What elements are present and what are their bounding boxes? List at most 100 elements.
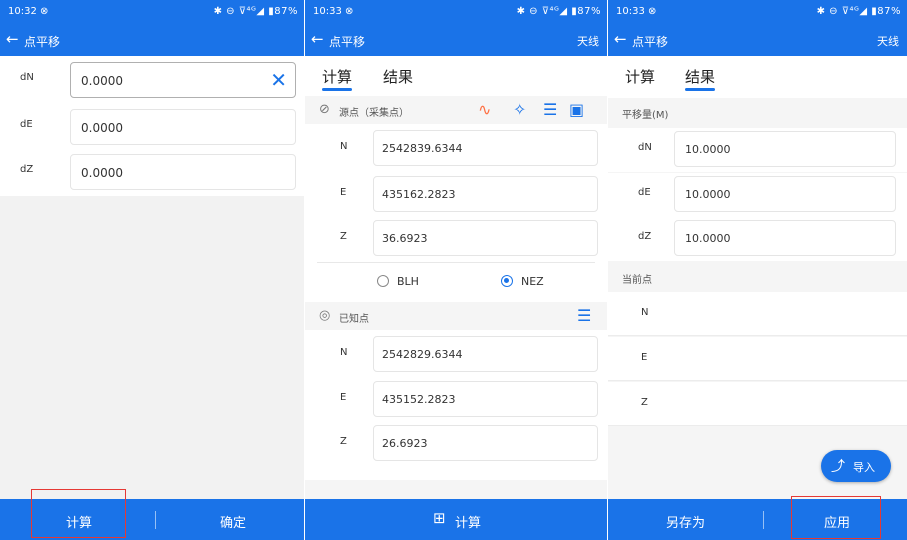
current-row-z: Z bbox=[608, 382, 907, 426]
offset-row-de: dE 10.0000 bbox=[608, 173, 907, 217]
coord-mode-selector: BLH NEZ bbox=[317, 262, 595, 298]
tab-indicator bbox=[322, 88, 352, 91]
blh-label: BLH bbox=[397, 275, 419, 288]
blh-radio[interactable] bbox=[377, 275, 389, 287]
collect-point-icon: ⊘ bbox=[319, 102, 330, 117]
status-icons: ✱ ⊖ ⊽⁴ᴳ◢ ▮87% bbox=[516, 6, 601, 17]
row-de: dE 0.0000 bbox=[0, 105, 304, 149]
arrow-left-icon[interactable]: ← bbox=[6, 30, 19, 48]
nez-radio[interactable] bbox=[501, 275, 513, 287]
arrow-left-icon[interactable]: ← bbox=[614, 30, 627, 48]
field-value: 36.6923 bbox=[382, 232, 428, 245]
source-row-e: E 435162.2823 bbox=[305, 173, 607, 217]
field-value: 10.0000 bbox=[685, 188, 731, 201]
field-label: dZ bbox=[20, 164, 34, 175]
field-label: E bbox=[340, 187, 347, 198]
section-label: 当前点 bbox=[622, 275, 652, 286]
page-title: 点平移 bbox=[24, 35, 61, 49]
field-label: dN bbox=[20, 72, 34, 83]
field-value: 0.0000 bbox=[81, 74, 123, 88]
highlight-box bbox=[791, 496, 881, 539]
import-label: 导入 bbox=[853, 461, 875, 474]
target-icon: ◎ bbox=[319, 308, 331, 323]
screenshot-collage: 10:32 ⊗ ✱ ⊖ ⊽⁴ᴳ◢ ▮87% ← 点平移 dN 0.0000 ✕ … bbox=[0, 0, 907, 540]
divider bbox=[155, 511, 156, 529]
offset-section-header: 平移量(M) bbox=[608, 98, 907, 126]
source-z-input[interactable]: 36.6923 bbox=[373, 220, 598, 256]
tab-calculate[interactable]: 计算 bbox=[625, 66, 655, 87]
field-value: 435162.2823 bbox=[382, 188, 456, 201]
save-as-button[interactable]: 另存为 bbox=[666, 512, 705, 531]
tab-indicator bbox=[685, 88, 715, 91]
tab-result[interactable]: 结果 bbox=[383, 66, 413, 87]
field-label: dE bbox=[20, 119, 33, 130]
status-bar: 10:32 ⊗ ✱ ⊖ ⊽⁴ᴳ◢ ▮87% bbox=[0, 0, 304, 24]
known-row-n: N 2542829.6344 bbox=[305, 333, 607, 377]
page-title: 点平移 bbox=[632, 35, 669, 49]
status-time: 10:32 ⊗ bbox=[8, 6, 49, 17]
title-bar: ← 点平移 天线 bbox=[305, 24, 607, 56]
point-list-icon[interactable]: ☰ bbox=[543, 100, 557, 120]
page-title: 点平移 bbox=[329, 35, 366, 49]
current-row-e: E bbox=[608, 337, 907, 381]
status-time: 10:33 ⊗ bbox=[313, 6, 354, 17]
status-time: 10:33 ⊗ bbox=[616, 6, 657, 17]
point-list-icon[interactable]: ☰ bbox=[577, 306, 591, 326]
import-icon: ⤴ bbox=[831, 459, 845, 475]
known-z-input[interactable]: 26.6923 bbox=[373, 425, 598, 461]
field-value: 435152.2823 bbox=[382, 393, 456, 406]
field-label: N bbox=[641, 307, 649, 318]
current-row-n: N bbox=[608, 292, 907, 336]
import-button[interactable]: ⤴ 导入 bbox=[821, 450, 891, 482]
arrow-left-icon[interactable]: ← bbox=[311, 30, 324, 48]
antenna-button[interactable]: 天线 bbox=[577, 33, 599, 49]
dz-input[interactable]: 0.0000 bbox=[70, 154, 296, 190]
status-icons: ✱ ⊖ ⊽⁴ᴳ◢ ▮87% bbox=[816, 6, 901, 17]
source-e-input[interactable]: 435162.2823 bbox=[373, 176, 598, 212]
field-label: Z bbox=[641, 397, 648, 408]
trajectory-icon[interactable]: ∿ bbox=[478, 100, 491, 120]
de-input[interactable]: 0.0000 bbox=[70, 109, 296, 145]
confirm-button[interactable]: 确定 bbox=[220, 512, 246, 531]
dn-input[interactable]: 0.0000 ✕ bbox=[70, 62, 296, 98]
panel-offset-input: 10:32 ⊗ ✱ ⊖ ⊽⁴ᴳ◢ ▮87% ← 点平移 dN 0.0000 ✕ … bbox=[0, 0, 304, 540]
known-e-input[interactable]: 435152.2823 bbox=[373, 381, 598, 417]
field-label: N bbox=[340, 347, 348, 358]
offset-dn-field[interactable]: 10.0000 bbox=[674, 131, 896, 167]
title-bar: ← 点平移 bbox=[0, 24, 304, 56]
source-section-header: ⊘ 源点（采集点） ∿ ✧ ☰ ▣ bbox=[305, 96, 607, 124]
gnss-point-icon[interactable]: ✧ bbox=[513, 100, 526, 120]
clear-icon[interactable]: ✕ bbox=[270, 69, 287, 91]
empty-area bbox=[305, 480, 607, 499]
field-label: dE bbox=[638, 187, 651, 198]
section-label: 已知点 bbox=[339, 314, 369, 325]
map-pick-icon[interactable]: ▣ bbox=[569, 100, 584, 120]
field-label: E bbox=[340, 392, 347, 403]
tab-result[interactable]: 结果 bbox=[685, 66, 715, 87]
field-value: 2542839.6344 bbox=[382, 142, 463, 155]
field-value: 10.0000 bbox=[685, 143, 731, 156]
source-row-n: N 2542839.6344 bbox=[305, 127, 607, 171]
offset-de-field[interactable]: 10.0000 bbox=[674, 176, 896, 212]
row-dn: dN 0.0000 ✕ bbox=[0, 58, 304, 102]
tab-bar: 计算 结果 bbox=[608, 56, 907, 98]
source-row-z: Z 36.6923 bbox=[305, 217, 607, 261]
bottom-bar: ⊞ 计算 bbox=[305, 499, 607, 540]
field-label: Z bbox=[340, 436, 347, 447]
field-label: E bbox=[641, 352, 648, 363]
calculate-button[interactable]: 计算 bbox=[455, 512, 481, 531]
section-label: 源点（采集点） bbox=[339, 108, 409, 119]
panel-calculate-tab: 10:33 ⊗ ✱ ⊖ ⊽⁴ᴳ◢ ▮87% ← 点平移 天线 计算 结果 ⊘ 源… bbox=[305, 0, 607, 540]
empty-area bbox=[0, 196, 304, 500]
field-value: 26.6923 bbox=[382, 437, 428, 450]
status-icons: ✱ ⊖ ⊽⁴ᴳ◢ ▮87% bbox=[213, 6, 298, 17]
offset-form: dN 0.0000 ✕ dE 0.0000 dZ 0.0000 bbox=[0, 56, 304, 196]
tab-calculate[interactable]: 计算 bbox=[322, 66, 352, 87]
field-value: 0.0000 bbox=[81, 121, 123, 135]
offset-dz-field[interactable]: 10.0000 bbox=[674, 220, 896, 256]
known-n-input[interactable]: 2542829.6344 bbox=[373, 336, 598, 372]
source-n-input[interactable]: 2542839.6344 bbox=[373, 130, 598, 166]
calculator-icon: ⊞ bbox=[433, 509, 446, 527]
antenna-button[interactable]: 天线 bbox=[877, 33, 899, 49]
field-label: dZ bbox=[638, 231, 652, 242]
